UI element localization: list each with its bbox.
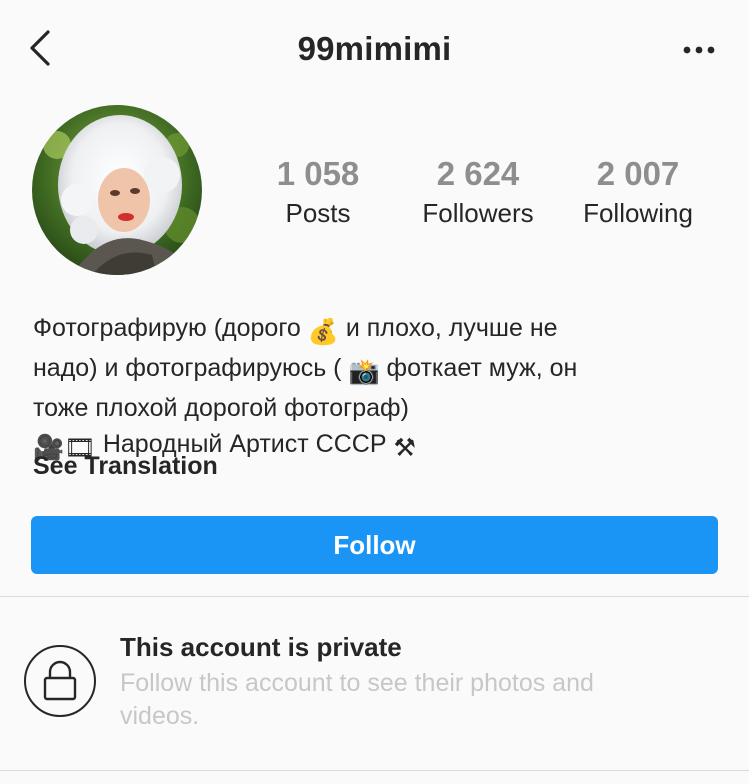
avatar-image [32, 105, 202, 275]
avatar[interactable] [32, 105, 202, 275]
follow-button[interactable]: Follow [31, 516, 718, 574]
private-account-title: This account is private [120, 632, 402, 662]
lock-icon [43, 660, 77, 701]
bio-text: и плохо, лучше не [338, 314, 558, 342]
followers-label: Followers [422, 198, 534, 228]
bio-line: тоже плохой дорогой фотограф) [33, 394, 409, 422]
following-label: Following [583, 198, 693, 228]
profile-bio: Фотографирую (дорого 💰 и плохо, лучше не… [33, 310, 723, 466]
private-account-description: Follow this account to see their photos … [120, 669, 594, 730]
profile-stats: 1 058 Posts 2 624 Followers 2 007 Follow… [238, 152, 738, 242]
private-lock-badge [24, 645, 96, 717]
hammer-pick-icon: ⚒ [393, 434, 416, 462]
followers-count: 2 624 [436, 155, 520, 192]
more-horizontal-icon [683, 46, 715, 54]
money-bag-icon: 💰 [307, 318, 339, 346]
following-count: 2 007 [596, 155, 680, 192]
page-title: 99mimimi [297, 30, 452, 67]
camera-flash-icon: 📸 [348, 358, 380, 386]
stat-followers[interactable]: 2 624 Followers [398, 152, 558, 230]
profile-screen: 99mimimi 1 058 Posts 2 624 Followers 2 0… [0, 0, 749, 784]
posts-label: Posts [285, 198, 351, 228]
bio-line: Фотографирую (дорого 💰 и плохо, лучше не [33, 310, 723, 350]
stat-following[interactable]: 2 007 Following [558, 152, 718, 230]
bio-text: Фотографирую (дорого [33, 314, 308, 342]
header-bar: 99mimimi [0, 0, 749, 100]
bio-text: надо) и фотографируюсь ( [33, 354, 349, 382]
divider [0, 770, 749, 771]
posts-count: 1 058 [276, 155, 360, 192]
see-translation-link[interactable]: See Translation [33, 452, 218, 481]
bio-text: фоткает муж, он [379, 354, 578, 382]
stat-posts[interactable]: 1 058 Posts [238, 152, 398, 230]
divider [0, 596, 749, 597]
more-options-button[interactable] [681, 40, 717, 60]
bio-line: надо) и фотографируюсь ( 📸 фоткает муж, … [33, 350, 723, 390]
